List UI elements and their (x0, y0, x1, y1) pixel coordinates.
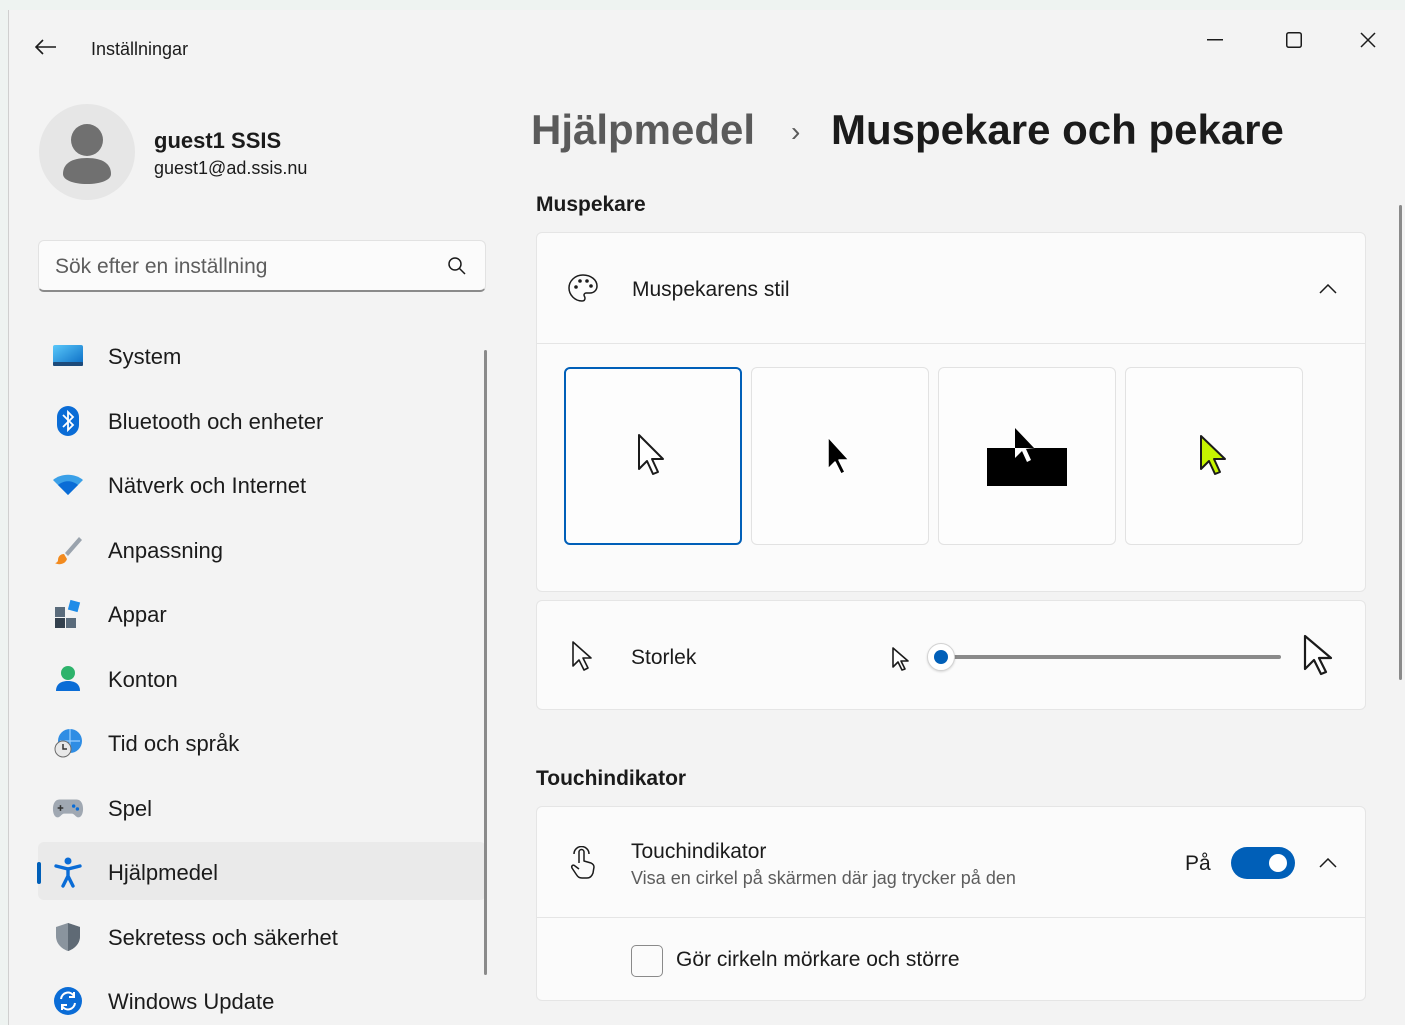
sidebar-item-system[interactable]: System (38, 326, 486, 384)
sidebar-item-label: Appar (108, 602, 167, 627)
section-title-touch: Touchindikator (536, 767, 687, 790)
close-icon (1360, 32, 1376, 48)
close-button[interactable] (1345, 20, 1391, 60)
main-scrollbar[interactable] (1399, 205, 1402, 680)
touch-indicator-toggle[interactable] (1231, 847, 1295, 879)
black-pointer-icon (827, 436, 850, 475)
active-indicator (37, 862, 41, 884)
inverted-pointer-icon (987, 428, 1067, 486)
pointer-size-card: Storlek (536, 600, 1366, 710)
pointer-size-slider-track[interactable] (941, 655, 1281, 659)
minimize-icon (1207, 39, 1223, 41)
apps-icon (52, 598, 84, 630)
maximize-icon (1286, 32, 1302, 48)
sidebar-item-network[interactable]: Nätverk och Internet (38, 455, 486, 513)
sidebar-item-accessibility[interactable]: Hjälpmedel (37, 842, 486, 900)
paintbrush-icon (52, 534, 84, 566)
sidebar-item-label: Hjälpmedel (108, 860, 219, 885)
pointer-style-label: Muspekarens stil (632, 278, 790, 301)
user-silhouette-icon (63, 124, 111, 184)
touch-indicator-header[interactable]: Touchindikator Visa en cirkel på skärmen… (537, 807, 1365, 918)
user-email: guest1@ad.ssis.nu (154, 158, 308, 178)
pointer-icon (565, 638, 601, 674)
pointer-style-header[interactable]: Muspekarens stil (537, 233, 1365, 344)
chevron-up-icon[interactable] (1313, 848, 1343, 878)
palette-icon (565, 271, 601, 307)
globe-clock-icon (52, 727, 84, 759)
sidebar-item-label: Bluetooth och enheter (108, 408, 324, 434)
pointer-style-black[interactable] (751, 367, 929, 545)
pointer-size-slider-thumb[interactable] (927, 643, 955, 671)
sidebar-item-gaming[interactable]: Spel (38, 778, 486, 836)
bluetooth-icon (52, 405, 84, 437)
shield-icon (52, 921, 84, 953)
sidebar-item-label: Anpassning (108, 537, 223, 563)
sidebar-item-bluetooth[interactable]: Bluetooth och enheter (38, 391, 486, 449)
page-title: Muspekare och pekare (831, 106, 1284, 153)
pointer-style-custom[interactable] (1125, 367, 1303, 545)
small-pointer-icon (883, 641, 919, 677)
sidebar-item-label: Konton (108, 666, 178, 692)
back-button[interactable] (31, 32, 61, 62)
sidebar-item-label: Tid och språk (108, 731, 240, 756)
search-icon (447, 256, 467, 281)
touch-icon (565, 845, 601, 881)
maximize-button[interactable] (1271, 20, 1317, 60)
pointer-style-white[interactable] (564, 367, 742, 545)
pointer-style-card: Muspekarens stil (536, 232, 1366, 592)
darker-larger-checkbox[interactable] (631, 945, 663, 977)
user-name: guest1 SSIS (154, 128, 282, 153)
darker-larger-label: Gör cirkeln mörkare och större (676, 948, 960, 971)
breadcrumb-parent[interactable]: Hjälpmedel (531, 106, 755, 154)
large-pointer-icon (1299, 631, 1339, 681)
section-title-pointer: Muspekare (536, 193, 646, 216)
system-icon (52, 340, 84, 372)
sidebar-item-label: Sekretess och säkerhet (108, 924, 338, 950)
back-arrow-icon (35, 39, 56, 55)
avatar[interactable] (39, 104, 135, 200)
toggle-state-label: På (1185, 852, 1211, 875)
sidebar-item-personalization[interactable]: Anpassning (38, 520, 486, 578)
title-bar: Inställningar (9, 10, 1405, 70)
sidebar-item-windows-update[interactable]: Windows Update (38, 971, 486, 1025)
sidebar-item-label: Spel (108, 795, 153, 821)
app-title: Inställningar (91, 39, 189, 59)
chevron-up-icon[interactable] (1313, 274, 1343, 304)
white-pointer-icon (638, 434, 664, 475)
sidebar-item-label: System (108, 344, 182, 369)
sidebar-item-privacy[interactable]: Sekretess och säkerhet (38, 907, 486, 965)
sidebar-item-time-language[interactable]: Tid och språk (38, 713, 486, 771)
touch-indicator-card: Touchindikator Visa en cirkel på skärmen… (536, 806, 1366, 1001)
custom-color-pointer-icon (1200, 435, 1226, 475)
accounts-icon (52, 663, 84, 695)
sidebar-item-apps[interactable]: Appar (38, 584, 486, 642)
pointer-style-inverted[interactable] (938, 367, 1116, 545)
sidebar-item-accounts[interactable]: Konton (38, 649, 486, 707)
wifi-icon (52, 469, 84, 501)
sidebar-scrollbar[interactable] (484, 350, 487, 975)
breadcrumb-separator: › (791, 116, 801, 147)
update-icon (52, 985, 84, 1017)
accessibility-icon (52, 856, 84, 888)
pointer-size-label: Storlek (631, 646, 697, 669)
sidebar-item-label: Windows Update (108, 989, 275, 1014)
minimize-button[interactable] (1192, 20, 1238, 60)
search-input[interactable] (55, 255, 435, 279)
touch-indicator-label: Touchindikator (631, 840, 767, 863)
search-box[interactable] (38, 240, 486, 292)
touch-indicator-description: Visa en cirkel på skärmen där jag trycke… (631, 868, 1016, 888)
gamepad-icon (52, 792, 84, 824)
settings-window: Inställningar guest1 SSIS guest1@ad.ssis… (8, 10, 1405, 1025)
sidebar-nav: System Bluetooth och enheter Nätverk och… (37, 326, 486, 1025)
sidebar-item-label: Nätverk och Internet (108, 473, 307, 498)
